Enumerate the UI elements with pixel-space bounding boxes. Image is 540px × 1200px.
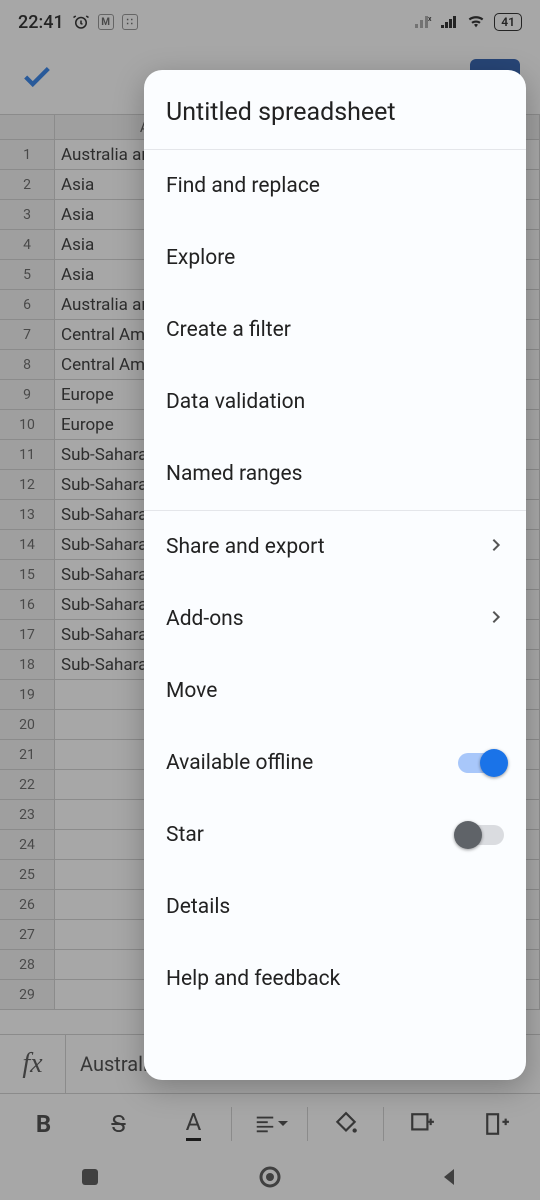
star-toggle[interactable] [458, 825, 504, 845]
menu-create-filter[interactable]: Create a filter [144, 294, 526, 366]
menu-details[interactable]: Details [144, 871, 526, 943]
chevron-right-icon [488, 535, 504, 559]
menu-title: Untitled spreadsheet [144, 70, 526, 150]
menu-explore[interactable]: Explore [144, 222, 526, 294]
menu-help-feedback[interactable]: Help and feedback [144, 943, 526, 1015]
menu-move[interactable]: Move [144, 655, 526, 727]
menu-find-replace[interactable]: Find and replace [144, 150, 526, 222]
menu-available-offline[interactable]: Available offline [144, 727, 526, 799]
menu-add-ons[interactable]: Add-ons [144, 583, 526, 655]
menu-data-validation[interactable]: Data validation [144, 366, 526, 438]
menu-star[interactable]: Star [144, 799, 526, 871]
chevron-right-icon [488, 607, 504, 631]
menu-named-ranges[interactable]: Named ranges [144, 438, 526, 510]
available-offline-toggle[interactable] [458, 753, 504, 773]
overflow-menu: Untitled spreadsheet Find and replace Ex… [144, 70, 526, 1080]
menu-share-export[interactable]: Share and export [144, 511, 526, 583]
